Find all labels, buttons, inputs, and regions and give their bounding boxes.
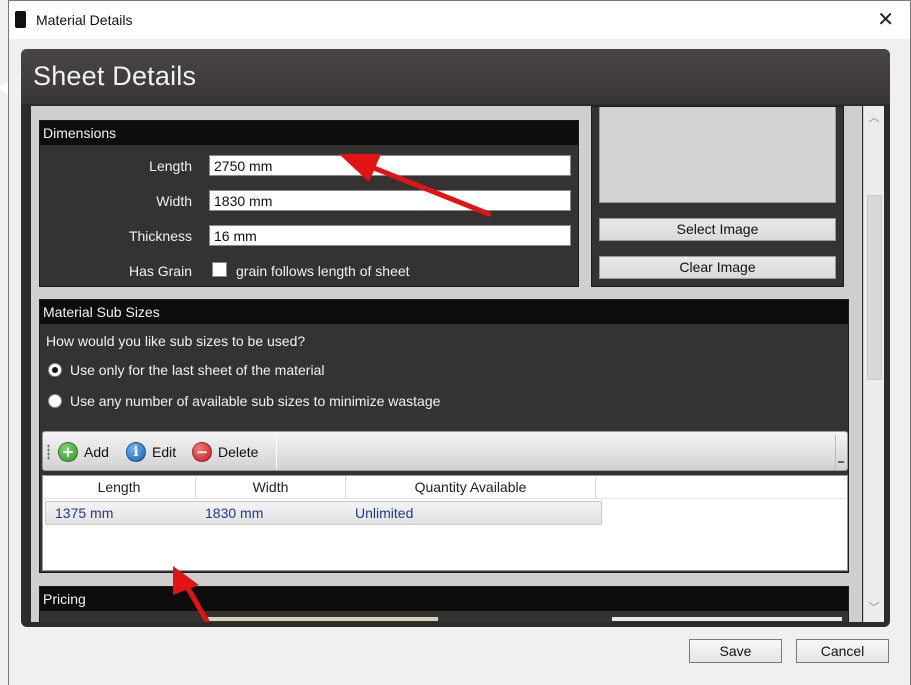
image-section: Select Image Clear Image xyxy=(591,106,844,287)
width-input[interactable] xyxy=(209,190,571,211)
background-desktop xyxy=(0,0,8,685)
image-preview xyxy=(599,107,836,203)
scrollable-content: Dimensions Length Width Thickness Has Gr… xyxy=(31,106,862,622)
toolbar-separator xyxy=(276,435,277,469)
dimensions-header: Dimensions xyxy=(40,121,578,145)
column-header-quantity[interactable]: Quantity Available xyxy=(346,476,596,499)
cell-quantity: Unlimited xyxy=(355,505,414,521)
column-header-length[interactable]: Length xyxy=(43,476,196,499)
minus-circle-icon: − xyxy=(192,442,212,462)
cell-length: 1375 mm xyxy=(55,505,114,521)
option-last-sheet[interactable]: Use only for the last sheet of the mater… xyxy=(48,360,324,380)
pricing-field-partial-2[interactable] xyxy=(612,617,842,621)
length-label: Length xyxy=(149,158,192,174)
length-input[interactable] xyxy=(209,155,571,176)
scrollbar-thumb[interactable] xyxy=(867,195,882,380)
material-sub-sizes-section: Material Sub Sizes How would you like su… xyxy=(39,299,849,573)
thickness-input[interactable] xyxy=(209,225,571,246)
delete-label: Delete xyxy=(218,444,259,460)
chevron-up-icon[interactable]: ︿ xyxy=(868,112,880,124)
app-icon xyxy=(15,11,26,28)
grain-label: Has Grain xyxy=(128,263,192,279)
pricing-header: Pricing xyxy=(40,587,848,611)
width-label: Width xyxy=(156,193,192,209)
add-button[interactable]: + Add xyxy=(58,441,109,463)
thickness-label: Thickness xyxy=(128,228,192,244)
column-header-width[interactable]: Width xyxy=(196,476,346,499)
pricing-field-partial[interactable] xyxy=(208,617,438,621)
sub-sizes-toolbar: + Add i Edit − Delete xyxy=(42,431,848,471)
sub-sizes-table: Length Width Quantity Available 1375 mm … xyxy=(42,475,848,571)
radio-last-sheet-label[interactable]: Use only for the last sheet of the mater… xyxy=(70,362,324,378)
panel-title: Sheet Details xyxy=(33,61,197,91)
vertical-scrollbar[interactable]: ︿ ﹀ xyxy=(863,106,884,622)
chevron-down-icon[interactable]: ﹀ xyxy=(868,602,880,614)
save-button[interactable]: Save xyxy=(689,639,782,663)
cell-width: 1830 mm xyxy=(205,505,264,521)
add-label: Add xyxy=(84,444,109,460)
option-any-number[interactable]: Use any number of available sub sizes to… xyxy=(48,391,440,411)
thickness-row: Thickness xyxy=(40,225,580,247)
grain-checkbox-label[interactable]: grain follows length of sheet xyxy=(236,263,410,279)
toolbar-overflow-icon[interactable] xyxy=(835,435,845,469)
pricing-section: Pricing xyxy=(39,586,849,622)
cancel-button[interactable]: Cancel xyxy=(796,639,889,663)
panel-header: Sheet Details xyxy=(21,49,890,104)
sheet-details-panel: Sheet Details Dimensions Length Width Th… xyxy=(21,49,890,627)
title-bar: Material Details ✕ xyxy=(9,1,910,39)
length-row: Length xyxy=(40,155,580,177)
edit-label: Edit xyxy=(152,444,177,460)
width-row: Width xyxy=(40,190,580,212)
sub-sizes-header: Material Sub Sizes xyxy=(40,300,848,324)
grain-row: Has Grain grain follows length of sheet xyxy=(40,260,580,282)
radio-last-sheet[interactable] xyxy=(48,363,62,377)
sub-sizes-question: How would you like sub sizes to be used? xyxy=(46,333,306,349)
material-details-dialog: Material Details ✕ Sheet Details Dimensi… xyxy=(8,0,911,685)
close-icon[interactable]: ✕ xyxy=(877,9,894,29)
grain-checkbox[interactable] xyxy=(212,262,227,277)
radio-any-number-label[interactable]: Use any number of available sub sizes to… xyxy=(70,393,440,409)
info-circle-icon: i xyxy=(126,442,146,462)
dimensions-section: Dimensions Length Width Thickness Has Gr… xyxy=(39,120,579,287)
table-header: Length Width Quantity Available xyxy=(43,476,847,499)
table-row[interactable]: 1375 mm 1830 mm Unlimited xyxy=(45,501,602,525)
toolbar-grip-icon[interactable] xyxy=(47,444,50,460)
clear-image-button[interactable]: Clear Image xyxy=(599,256,836,279)
radio-any-number[interactable] xyxy=(48,394,62,408)
select-image-button[interactable]: Select Image xyxy=(599,218,836,241)
edit-button[interactable]: i Edit xyxy=(126,441,176,463)
window-title: Material Details xyxy=(36,12,133,28)
delete-button[interactable]: − Delete xyxy=(192,441,258,463)
plus-circle-icon: + xyxy=(58,442,78,462)
